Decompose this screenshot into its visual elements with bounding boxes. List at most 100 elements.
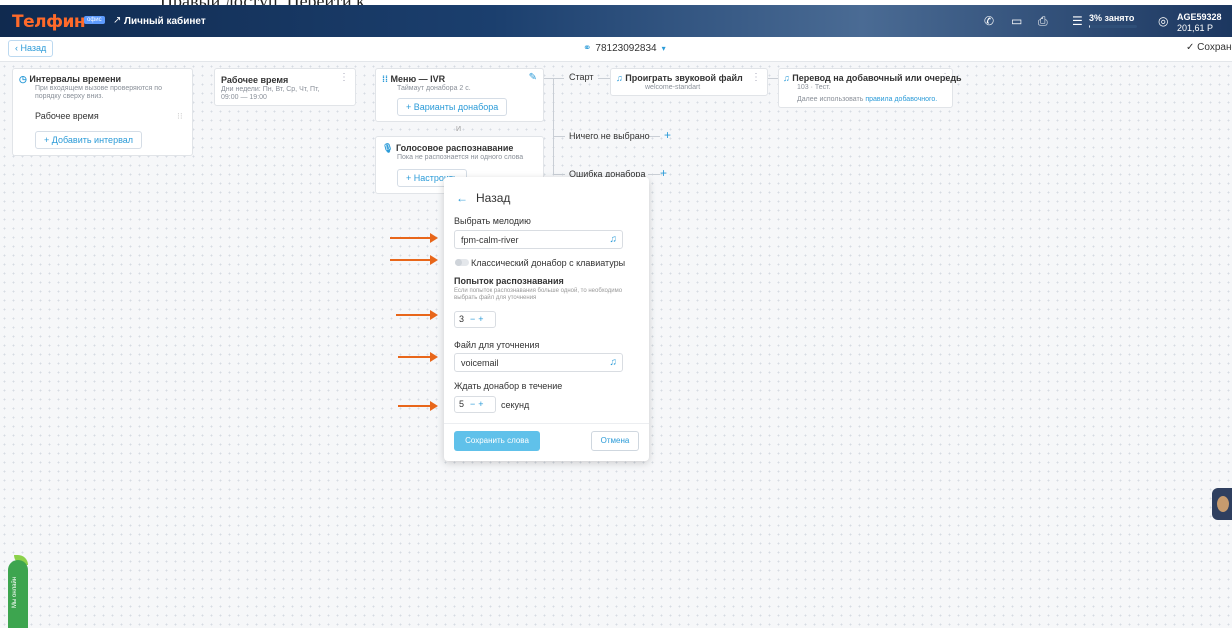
annotation-arrow	[398, 401, 438, 411]
print-icon[interactable]: ⎙	[1038, 14, 1048, 29]
classic-dial-toggle[interactable]	[455, 259, 469, 266]
connector	[553, 136, 565, 137]
online-chat-label: Мы онлайн	[12, 576, 18, 608]
panel-divider	[444, 423, 649, 424]
edit-icon[interactable]: ✎	[529, 72, 537, 83]
plus-icon: +	[44, 135, 52, 145]
extension-rules-link[interactable]: правила добавочного.	[865, 96, 937, 103]
phone-number: 78123092834	[595, 43, 657, 54]
plus-icon: +	[406, 173, 414, 183]
transfer-node[interactable]: ♫ Перевод на добавочный или очередь 103 …	[778, 68, 962, 108]
music-note-icon: ♫	[616, 73, 626, 83]
phone-selector[interactable]: ⚭ 78123092834 ▾	[583, 43, 666, 54]
support-avatar[interactable]	[1212, 488, 1232, 520]
storage-usage-fill	[1089, 25, 1091, 28]
transfer-target: 103 · Тест.	[797, 84, 831, 91]
dial-options-button[interactable]: + Варианты донабора	[397, 98, 508, 116]
or-separator: И	[456, 126, 462, 133]
editor-toolbar: ‹ Назад ⚭78123092834 ▾ ✓ Сохране	[0, 37, 1232, 62]
database-icon[interactable]: ☰	[1072, 14, 1083, 28]
connector	[598, 78, 610, 79]
back-button[interactable]: ‹ Назад	[8, 40, 54, 57]
plus-icon: +	[406, 102, 414, 112]
music-note-icon[interactable]: ♫	[610, 357, 618, 368]
more-icon[interactable]: ⋮	[751, 72, 761, 83]
user-icon[interactable]: ◎	[1158, 14, 1168, 28]
keypad-icon: ⁞⁞	[382, 74, 391, 84]
annotation-arrow	[398, 352, 438, 362]
melody-label: Выбрать мелодию	[454, 216, 531, 226]
minus-icon[interactable]: −	[470, 399, 475, 409]
ivr-node[interactable]: ⁞⁞ Меню — IVR Таймаут донабора 2 с. + Ва…	[375, 68, 544, 122]
transfer-footer: Далее использовать	[797, 96, 864, 103]
network-icon: ⚭	[583, 43, 592, 54]
top-header: Телфин офис ↗ Личный кабинет ✆ ▭ ⎙ ☰ 3% …	[0, 5, 1232, 37]
microphone-icon: 🎙	[382, 143, 396, 153]
voice-desc: Пока не распознается ни одного слова	[397, 154, 524, 161]
annotation-arrow	[390, 233, 438, 243]
connector	[553, 174, 565, 175]
connector	[768, 78, 778, 79]
online-chat-tab[interactable]: Мы онлайн	[8, 560, 28, 628]
logo-badge: офис	[84, 16, 105, 24]
wait-stepper[interactable]: 5− +	[454, 396, 496, 413]
nothing-selected-label: Ничего не выбрано	[569, 131, 650, 141]
interval-item-worktime[interactable]: Рабочее время	[35, 111, 99, 121]
drag-handle-icon[interactable]: ⁝⁝	[177, 111, 183, 122]
brand-logo[interactable]: Телфин	[12, 12, 86, 32]
melody-value: fpm-calm-river	[461, 235, 519, 245]
intervals-desc: При входящем вызове проверяются по поряд…	[35, 85, 162, 100]
storage-usage-label: 3% занято	[1089, 13, 1135, 23]
connector	[553, 78, 554, 174]
account-id[interactable]: AGE59328	[1177, 12, 1222, 22]
dial-options-label: Варианты донабора	[413, 102, 499, 112]
attempts-value: 3	[459, 314, 465, 324]
more-icon[interactable]: ⋮	[940, 72, 950, 83]
save-scenario-label: Сохране	[1197, 42, 1232, 53]
worktime-title: Рабочее время	[221, 75, 289, 85]
wait-unit: секунд	[501, 400, 530, 410]
add-interval-label: Добавить интервал	[51, 135, 134, 145]
classic-dial-label: Классический донабор с клавиатуры	[471, 258, 626, 268]
music-note-icon[interactable]: ♫	[610, 234, 618, 245]
annotation-arrow	[390, 255, 438, 265]
wait-label: Ждать донабор в течение	[454, 381, 563, 391]
arrow-left-icon: ←	[456, 191, 468, 205]
intervals-title: Интервалы времени	[29, 74, 122, 84]
chat-icon[interactable]: ▭	[1011, 14, 1022, 28]
personal-cabinet-link[interactable]: Личный кабинет	[124, 16, 206, 27]
intervals-node[interactable]: ◷ Интервалы времени При входящем вызове …	[12, 68, 193, 156]
transfer-icon: ♫	[783, 73, 793, 83]
worktime-hours: 09:00 — 19:00	[221, 94, 267, 101]
minus-icon[interactable]: −	[470, 314, 475, 324]
transfer-title: Перевод на добавочный или очередь	[792, 73, 962, 83]
start-label: Старт	[569, 72, 594, 82]
save-words-button[interactable]: Сохранить слова	[454, 431, 540, 451]
add-branch-icon[interactable]: +	[664, 128, 671, 142]
plus-icon[interactable]: +	[478, 314, 483, 324]
check-icon: ✓	[1186, 42, 1198, 53]
melody-select[interactable]: fpm-calm-river ♫	[454, 230, 623, 249]
plus-icon[interactable]: +	[478, 399, 483, 409]
voice-settings-panel: ← Назад Выбрать мелодию fpm-calm-river ♫ К…	[444, 177, 649, 461]
panel-back-label: Назад	[476, 191, 511, 205]
play-file: welcome-standart	[645, 84, 701, 91]
add-branch-icon[interactable]: +	[660, 166, 667, 180]
external-link-icon[interactable]: ↗	[113, 15, 121, 26]
connector	[648, 174, 660, 175]
storage-usage-bar	[1089, 25, 1137, 28]
clock-icon: ◷	[19, 74, 30, 84]
cancel-button[interactable]: Отмена	[591, 431, 639, 451]
play-sound-node[interactable]: ♫ Проиграть звуковой файл welcome-standa…	[610, 68, 768, 96]
add-interval-button[interactable]: + Добавить интервал	[35, 131, 143, 149]
phone-icon[interactable]: ✆	[984, 14, 994, 28]
connector	[648, 136, 660, 137]
panel-back-button[interactable]: ← Назад	[456, 191, 510, 205]
ivr-timeout: Таймаут донабора 2 с.	[397, 85, 471, 92]
worktime-node[interactable]: Рабочее время Дни недели: Пн, Вт, Ср, Чт…	[214, 68, 356, 106]
clarify-file-label: Файл для уточнения	[454, 340, 540, 350]
save-scenario-button[interactable]: ✓ Сохране	[1186, 42, 1232, 53]
clarify-file-select[interactable]: voicemail ♫	[454, 353, 623, 372]
attempts-stepper[interactable]: 3− +	[454, 311, 496, 328]
more-icon[interactable]: ⋮	[339, 72, 349, 83]
